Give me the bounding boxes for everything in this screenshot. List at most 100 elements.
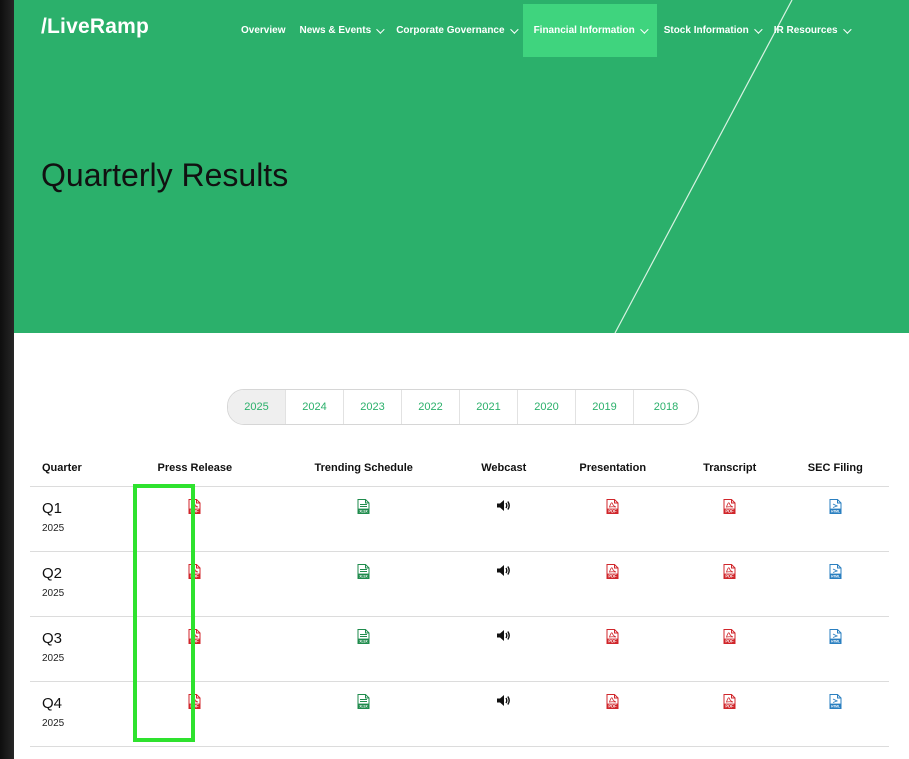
year-tab-2022[interactable]: 2022 (402, 390, 460, 424)
nav-item-label: Stock Information (663, 25, 749, 36)
webcast-speaker-icon[interactable] (496, 629, 511, 647)
table-row: Q1 2025 PDF XLSX PDF PDF HTML (30, 486, 889, 552)
transcript-pdf-icon[interactable]: PDF (723, 564, 736, 584)
press-release-pdf-icon[interactable]: PDF (188, 629, 201, 649)
chevron-down-icon (753, 24, 763, 34)
svg-text:XLSX: XLSX (360, 705, 369, 709)
year-tab-2020[interactable]: 2020 (518, 390, 576, 424)
presentation-cell: PDF (547, 551, 678, 617)
press-release-cell: PDF (122, 486, 268, 552)
svg-text:PDF: PDF (725, 574, 734, 579)
quarter-label: Q3 (42, 630, 63, 647)
press-release-cell: PDF (122, 681, 268, 747)
main-nav: Overview News & Events Corporate Governanc… (234, 4, 856, 57)
webcast-speaker-icon[interactable] (496, 564, 511, 582)
svg-text:PDF: PDF (609, 704, 618, 709)
nav-item-financial-information[interactable]: Financial Information (522, 4, 657, 57)
svg-text:PDF: PDF (191, 704, 200, 709)
quarter-label: Q4 (42, 695, 63, 712)
press-release-cell: PDF (122, 616, 268, 682)
sec-filing-cell: HTML (781, 486, 889, 552)
nav-item-label: News & Events (299, 25, 372, 36)
presentation-pdf-icon[interactable]: PDF (606, 694, 619, 714)
trending-schedule-cell: XLSX (267, 486, 460, 552)
trending-schedule-cell: XLSX (267, 681, 460, 747)
svg-text:XLSX: XLSX (360, 575, 369, 579)
column-header-transcript: Transcript (677, 450, 782, 487)
svg-text:PDF: PDF (609, 639, 618, 644)
nav-item-label: Overview (241, 25, 286, 36)
presentation-pdf-icon[interactable]: PDF (606, 499, 619, 519)
sec-filing-html-icon[interactable]: HTML (829, 629, 842, 649)
transcript-pdf-icon[interactable]: PDF (723, 629, 736, 649)
webcast-speaker-icon[interactable] (496, 499, 511, 517)
quarter-cell: Q1 2025 (30, 486, 122, 552)
year-tab-2025[interactable]: 2025 (228, 390, 286, 424)
transcript-pdf-icon[interactable]: PDF (723, 694, 736, 714)
svg-text:XLSX: XLSX (360, 640, 369, 644)
chevron-down-icon (842, 24, 852, 34)
chevron-down-icon (376, 24, 385, 34)
trending-schedule-xlsx-icon[interactable]: XLSX (357, 499, 370, 519)
svg-text:HTML: HTML (831, 510, 840, 514)
column-header-quarter: Quarter (30, 450, 122, 487)
nav-item-label: Corporate Governance (396, 25, 505, 36)
year-tab-2018[interactable]: 2018 (634, 390, 698, 424)
presentation-pdf-icon[interactable]: PDF (606, 564, 619, 584)
nav-item-label: Financial Information (533, 25, 635, 36)
quarterly-results-table: Quarter Press Release Trending Schedule Web… (30, 450, 889, 747)
webcast-cell (459, 486, 548, 552)
quarter-year: 2025 (42, 718, 65, 729)
presentation-cell: PDF (547, 681, 678, 747)
chevron-down-icon (509, 24, 519, 34)
trending-schedule-cell: XLSX (267, 551, 460, 617)
column-header-webcast: Webcast (459, 450, 548, 487)
trending-schedule-xlsx-icon[interactable]: XLSX (357, 629, 370, 649)
column-header-trending-schedule: Trending Schedule (267, 450, 460, 487)
year-tab-2021[interactable]: 2021 (460, 390, 518, 424)
trending-schedule-xlsx-icon[interactable]: XLSX (357, 694, 370, 714)
table-header-row: Quarter Press Release Trending Schedule Web… (30, 450, 889, 487)
column-header-presentation: Presentation (547, 450, 678, 487)
sec-filing-html-icon[interactable]: HTML (829, 694, 842, 714)
sec-filing-html-icon[interactable]: HTML (829, 564, 842, 584)
press-release-pdf-icon[interactable]: PDF (188, 694, 201, 714)
hero-banner: /LiveRamp Overview News & Events Corporate… (14, 0, 909, 333)
sec-filing-cell: HTML (781, 551, 889, 617)
press-release-cell: PDF (122, 551, 268, 617)
transcript-pdf-icon[interactable]: PDF (723, 499, 736, 519)
svg-text:HTML: HTML (831, 640, 840, 644)
svg-text:HTML: HTML (831, 575, 840, 579)
transcript-cell: PDF (677, 616, 782, 682)
presentation-pdf-icon[interactable]: PDF (606, 629, 619, 649)
webcast-cell (459, 616, 548, 682)
press-release-pdf-icon[interactable]: PDF (188, 499, 201, 519)
press-release-pdf-icon[interactable]: PDF (188, 564, 201, 584)
page: /LiveRamp Overview News & Events Corporate… (14, 0, 909, 759)
quarter-year: 2025 (42, 588, 65, 599)
svg-text:PDF: PDF (609, 574, 618, 579)
nav-item-corporate-governance[interactable]: Corporate Governance (389, 4, 522, 57)
trending-schedule-xlsx-icon[interactable]: XLSX (357, 564, 370, 584)
svg-text:XLSX: XLSX (360, 510, 369, 514)
sec-filing-cell: HTML (781, 681, 889, 747)
quarter-cell: Q4 2025 (30, 681, 122, 747)
nav-item-ir-resources[interactable]: IR Resources (767, 4, 856, 57)
nav-item-overview[interactable]: Overview (234, 4, 292, 57)
liveramp-logo[interactable]: /LiveRamp (41, 15, 149, 39)
nav-item-stock-information[interactable]: Stock Information (657, 4, 767, 57)
year-tab-2024[interactable]: 2024 (286, 390, 344, 424)
sec-filing-cell: HTML (781, 616, 889, 682)
svg-text:PDF: PDF (725, 509, 734, 514)
year-tab-2023[interactable]: 2023 (344, 390, 402, 424)
page-title: Quarterly Results (41, 157, 289, 194)
webcast-speaker-icon[interactable] (496, 694, 511, 712)
quarter-cell: Q3 2025 (30, 616, 122, 682)
quarter-year: 2025 (42, 653, 65, 664)
nav-item-news-events[interactable]: News & Events (292, 4, 389, 57)
table-row: Q4 2025 PDF XLSX PDF PDF HTML (30, 681, 889, 747)
svg-text:PDF: PDF (609, 509, 618, 514)
webcast-cell (459, 551, 548, 617)
sec-filing-html-icon[interactable]: HTML (829, 499, 842, 519)
year-tab-2019[interactable]: 2019 (576, 390, 634, 424)
